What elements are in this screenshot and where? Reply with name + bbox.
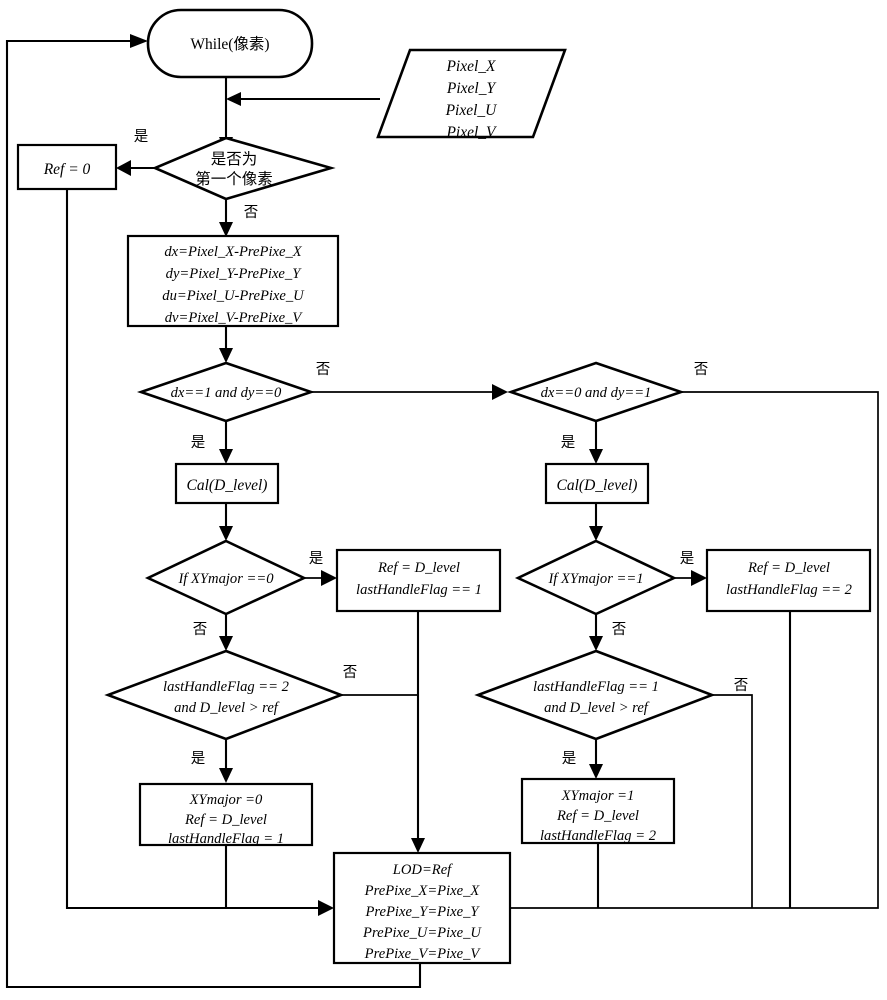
node-ref-left-line-1: lastHandleFlag == 1 <box>356 582 482 598</box>
node-dx1-dy0-decision[interactable]: dx==1 and dy==0 <box>136 361 316 423</box>
edge-set0-to-bottom <box>224 845 318 910</box>
node-first-pixel-line-0: 是否为 <box>211 150 258 168</box>
edge-label-dx0-no: 否 <box>694 362 709 378</box>
node-xymajor0-decision[interactable]: If XYmajor ==0 <box>144 539 308 616</box>
node-set1-line-1: Ref = D_level <box>556 808 639 824</box>
edge-label-flag1-yes: 是 <box>562 751 577 767</box>
node-delta-calc-line-3: dv=Pixel_V-PrePixe_V <box>165 310 304 326</box>
node-flag1-line-1: and D_level > ref <box>544 700 650 716</box>
edge-first-pixel-yes <box>116 160 155 176</box>
flowchart-svg: While(像素) Pixel_X Pixel_Y Pixel_U Pixel_… <box>5 8 879 989</box>
edge-xymajor1-no <box>589 614 603 651</box>
edge-label-first-pixel-no: 否 <box>244 205 259 221</box>
edge-label-dx1-yes: 是 <box>191 435 206 451</box>
node-lod-output[interactable]: LOD=Ref PrePixe_X=Pixe_X PrePixe_Y=Pixe_… <box>332 851 512 965</box>
edge-cal-right-to-xymajor1 <box>589 503 603 541</box>
edge-ref-assign-left-down <box>411 611 425 853</box>
edge-dx1-no-to-dx0 <box>311 384 508 400</box>
node-ref-zero[interactable]: Ref = 0 <box>16 143 118 191</box>
edge-label-dx0-yes: 是 <box>561 435 576 451</box>
edge-first-pixel-no <box>219 199 233 237</box>
node-first-pixel-decision[interactable]: 是否为 第一个像素 <box>151 136 336 201</box>
edge-flag1-no <box>712 694 753 908</box>
node-dx0-dy1-decision[interactable]: dx==0 and dy==1 <box>506 361 686 423</box>
edge-label-first-pixel-yes: 是 <box>134 129 149 145</box>
edge-cal-left-to-xymajor0 <box>219 503 233 541</box>
node-xymajor1-decision[interactable]: If XYmajor ==1 <box>514 539 678 616</box>
node-cal-right-line-0: Cal(D_level) <box>557 477 638 494</box>
node-set0-line-0: XYmajor =0 <box>189 792 263 808</box>
edge-xymajor0-yes <box>304 570 337 586</box>
node-set1-line-2: lastHandleFlag = 2 <box>540 828 656 844</box>
node-pixel-input-line-0: Pixel_X <box>445 58 496 75</box>
node-ref-zero-line-0: Ref = 0 <box>43 161 91 178</box>
node-set1-line-0: XYmajor =1 <box>561 788 635 804</box>
node-dx1-dy0-line-0: dx==1 and dy==0 <box>171 385 282 401</box>
node-lod-line-1: PrePixe_X=Pixe_X <box>364 883 481 899</box>
node-while-loop-label: While(像素) <box>190 35 269 53</box>
node-ref-left-line-0: Ref = D_level <box>377 560 460 576</box>
node-cal-dlevel-right[interactable]: Cal(D_level) <box>544 462 650 505</box>
node-ref-assign-right[interactable]: Ref = D_level lastHandleFlag == 2 <box>705 548 872 613</box>
node-flag1-line-0: lastHandleFlag == 1 <box>533 679 659 695</box>
edge-label-xymajor1-no: 否 <box>612 622 627 638</box>
node-lod-line-4: PrePixe_V=Pixe_V <box>364 946 482 962</box>
node-ref-assign-left[interactable]: Ref = D_level lastHandleFlag == 1 <box>335 548 502 613</box>
node-flag2-line-1: and D_level > ref <box>174 700 280 716</box>
node-cal-left-line-0: Cal(D_level) <box>187 477 268 494</box>
node-delta-calc-line-0: dx=Pixel_X-PrePixe_X <box>164 244 302 260</box>
edge-flag2-yes <box>219 739 233 783</box>
node-set0-line-1: Ref = D_level <box>184 812 267 828</box>
edge-label-xymajor0-yes: 是 <box>309 551 324 567</box>
edge-delta-to-dx1 <box>219 326 233 363</box>
node-delta-calc-line-1: dy=Pixel_Y-PrePixe_Y <box>166 266 303 282</box>
edge-xymajor0-no <box>219 614 233 651</box>
node-first-pixel-line-1: 第一个像素 <box>195 170 273 188</box>
node-set0-line-2: lastHandleFlag = 1 <box>168 831 284 847</box>
edge-dx0-yes-to-cal-right <box>589 421 603 464</box>
node-flag2-decision[interactable]: lastHandleFlag == 2 and D_level > ref <box>104 649 345 741</box>
edge-dx1-yes-to-cal-left <box>219 421 233 464</box>
node-cal-dlevel-left[interactable]: Cal(D_level) <box>174 462 280 505</box>
node-lod-line-3: PrePixe_U=Pixe_U <box>362 925 482 941</box>
edge-label-xymajor0-no: 否 <box>193 622 208 638</box>
node-delta-calc-line-2: du=Pixel_U-PrePixe_U <box>162 288 305 304</box>
node-xymajor-set1[interactable]: XYmajor =1 Ref = D_level lastHandleFlag … <box>520 777 676 845</box>
edge-label-flag1-no: 否 <box>734 678 749 694</box>
edge-label-flag2-yes: 是 <box>191 751 206 767</box>
edge-label-flag2-no: 否 <box>343 665 358 681</box>
node-pixel-input-line-2: Pixel_U <box>445 102 499 119</box>
node-xymajor1-line-0: If XYmajor ==1 <box>547 571 643 587</box>
node-dx0-dy1-line-0: dx==0 and dy==1 <box>541 385 652 401</box>
node-pixel-input-line-3: Pixel_V <box>445 124 497 141</box>
node-xymajor-set0[interactable]: XYmajor =0 Ref = D_level lastHandleFlag … <box>138 782 314 847</box>
edge-xymajor1-yes <box>674 570 707 586</box>
node-ref-right-line-1: lastHandleFlag == 2 <box>726 582 852 598</box>
edge-label-xymajor1-yes: 是 <box>680 551 695 567</box>
node-lod-line-2: PrePixe_Y=Pixe_Y <box>364 904 480 920</box>
edge-label-dx1-no: 否 <box>316 362 331 378</box>
node-xymajor0-line-0: If XYmajor ==0 <box>177 571 274 587</box>
node-pixel-input-line-1: Pixel_Y <box>446 80 497 97</box>
node-flag2-line-0: lastHandleFlag == 2 <box>163 679 289 695</box>
edge-flag1-yes <box>589 739 603 779</box>
flowchart-canvas: While(像素) Pixel_X Pixel_Y Pixel_U Pixel_… <box>0 0 887 1000</box>
node-lod-line-0: LOD=Ref <box>392 862 453 878</box>
edge-input-to-while <box>226 92 380 106</box>
node-while-loop[interactable]: While(像素) <box>146 8 314 79</box>
node-delta-calc[interactable]: dx=Pixel_X-PrePixe_X dy=Pixel_Y-PrePixe_… <box>126 234 340 328</box>
node-ref-right-line-0: Ref = D_level <box>747 560 830 576</box>
node-pixel-input[interactable]: Pixel_X Pixel_Y Pixel_U Pixel_V <box>376 48 567 141</box>
node-flag1-decision[interactable]: lastHandleFlag == 1 and D_level > ref <box>474 649 716 741</box>
